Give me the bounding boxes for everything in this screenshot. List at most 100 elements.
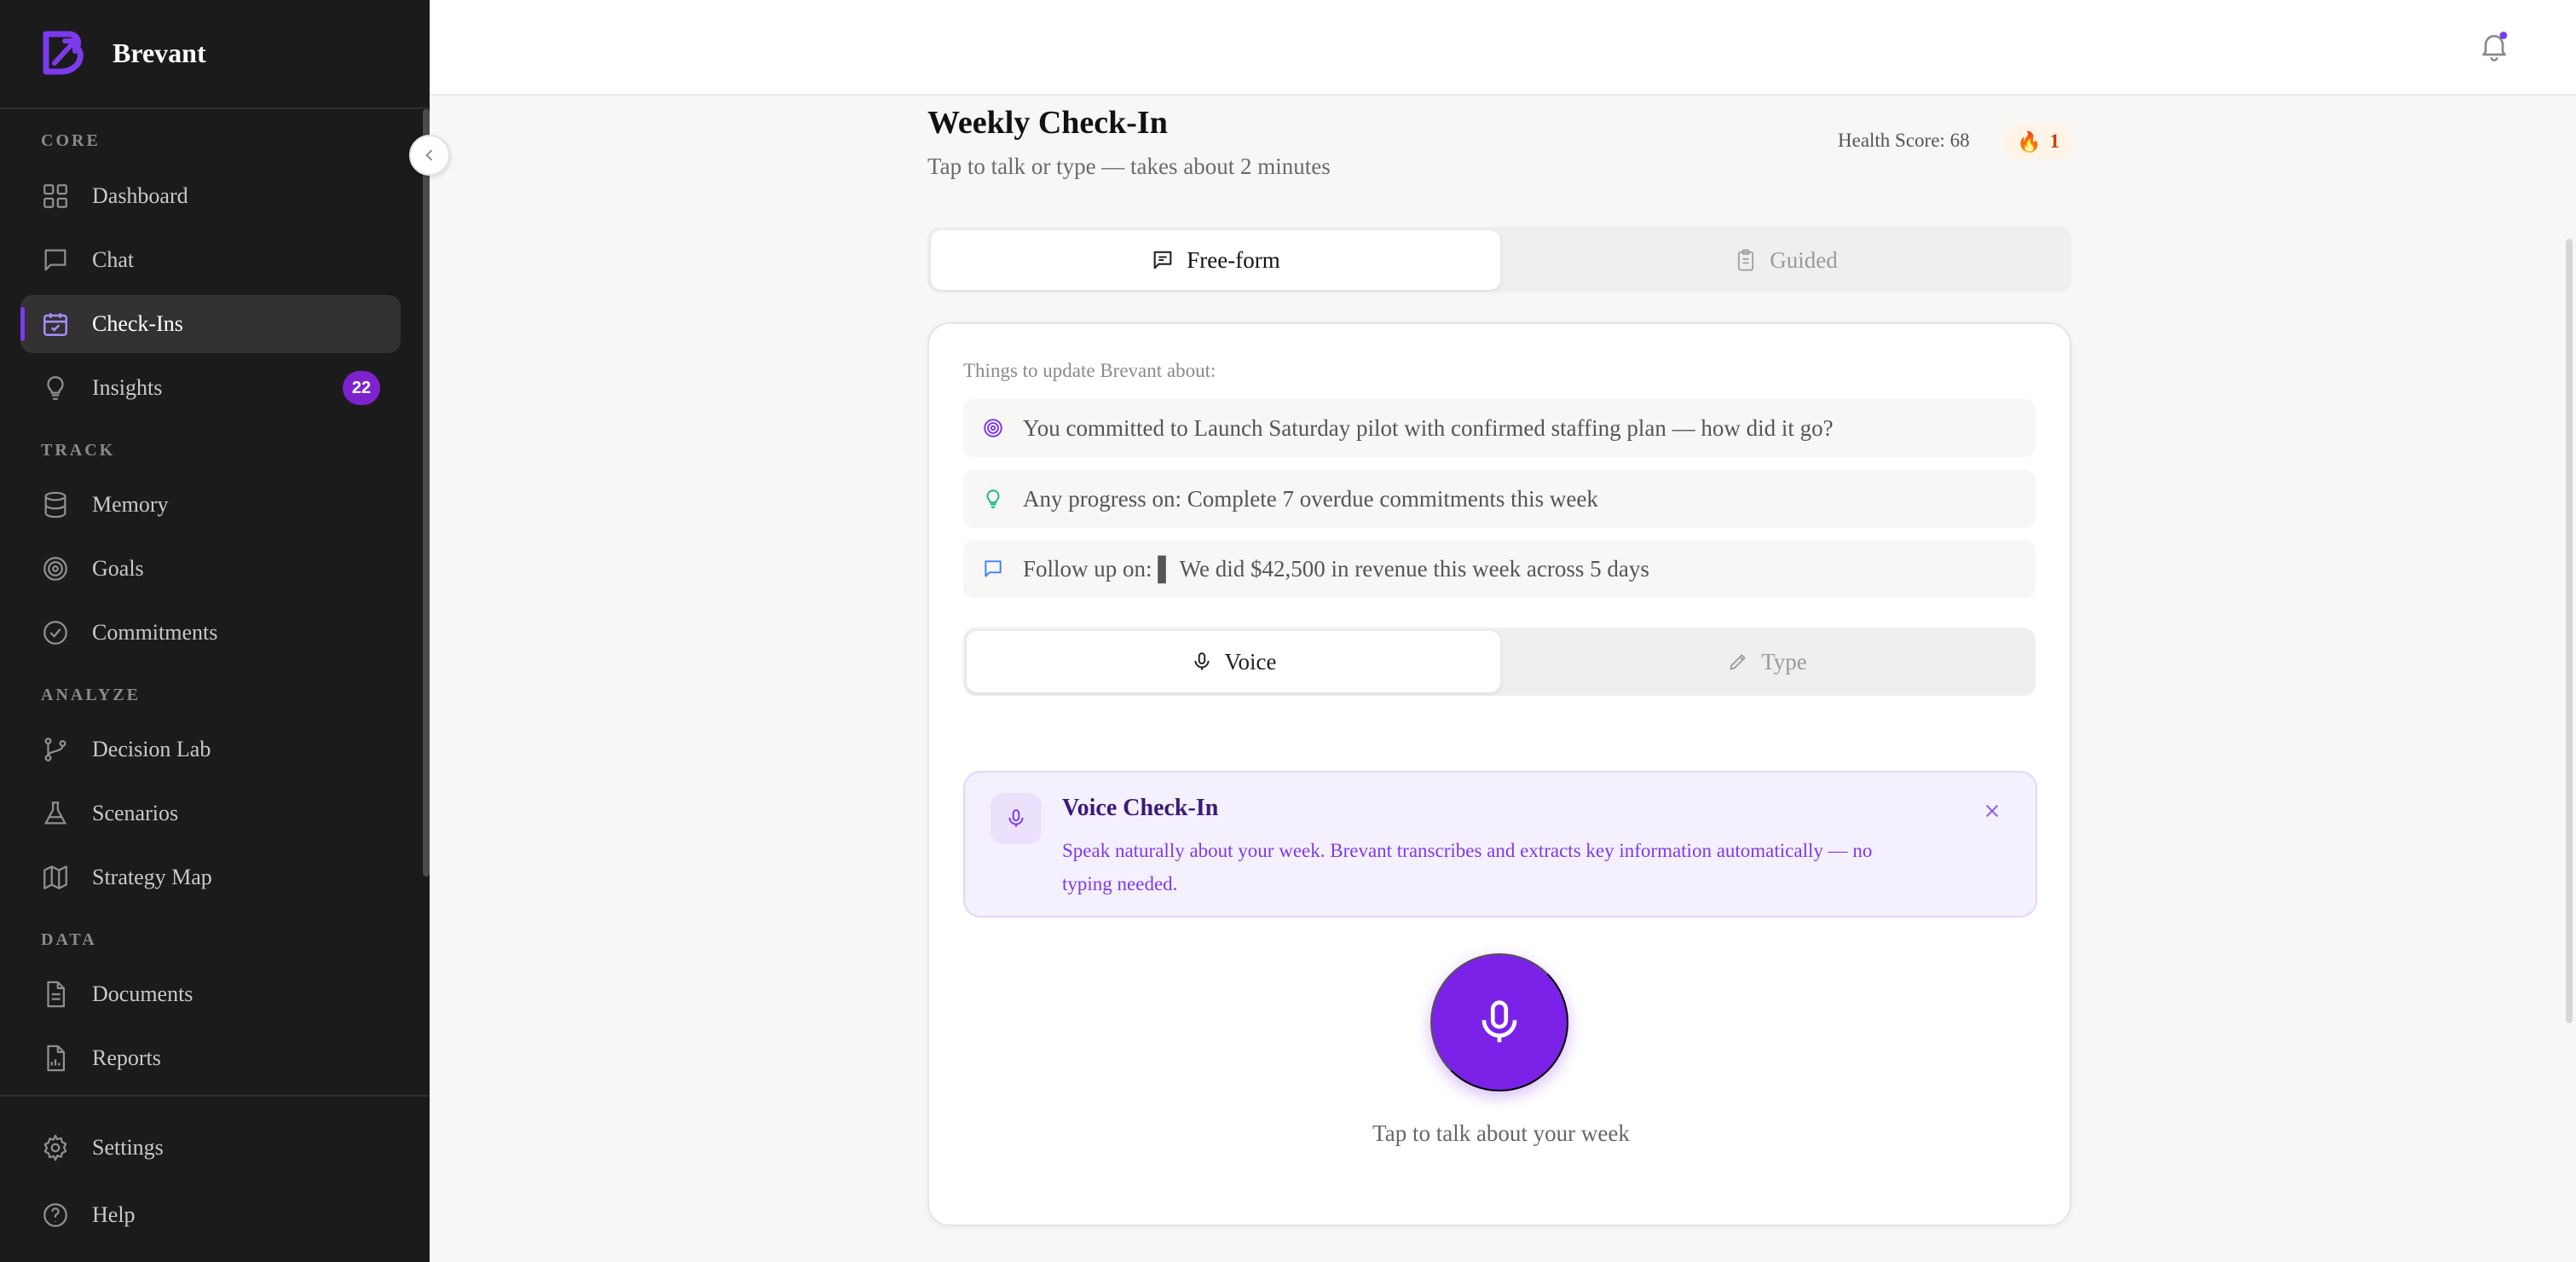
sidebar-item-strategy-map[interactable]: Strategy Map: [20, 848, 401, 906]
sidebar-item-label: Goals: [92, 556, 144, 581]
prompt-item[interactable]: You committed to Launch Saturday pilot w…: [963, 399, 2036, 457]
file-chart-icon: [47, 1045, 66, 1072]
streak-count: 1: [2049, 130, 2060, 152]
git-branch-icon: [44, 738, 66, 761]
file-text-icon: [47, 981, 66, 1008]
prompt-item[interactable]: Follow up on: ▌ We did $42,500 in revenu…: [963, 540, 2036, 598]
flame-icon: 🔥: [2017, 130, 2042, 153]
calendar-check-icon: [43, 313, 68, 337]
pencil-icon: [1730, 654, 1746, 670]
sidebar-item-help[interactable]: Help: [20, 1186, 401, 1244]
sidebar-item-goals[interactable]: Goals: [20, 540, 401, 598]
sidebar-item-label: Memory: [92, 492, 169, 517]
tab-guided[interactable]: Guided: [1504, 230, 2068, 290]
mic-caption: Tap to talk about your week: [1372, 1120, 1630, 1146]
database-icon: [44, 491, 66, 518]
message-icon: [985, 560, 1002, 577]
brevant-logo-icon: [43, 31, 84, 75]
banner-title: Voice Check-In: [1062, 795, 1219, 821]
message-square-text-icon: [1153, 251, 1172, 269]
section-data: DATA: [41, 930, 97, 949]
sidebar-item-label: Scenarios: [92, 801, 179, 825]
sidebar-item-label: Settings: [92, 1135, 164, 1160]
close-icon: [1985, 804, 1999, 818]
divider: [0, 107, 430, 109]
brand-name: Brevant: [113, 37, 206, 68]
insights-count-badge: 22: [343, 371, 380, 405]
chevron-left-icon: [425, 149, 433, 161]
mic-icon: [1481, 1000, 1517, 1043]
collapse-sidebar-button[interactable]: [409, 135, 450, 176]
tab-label: Type: [1761, 648, 1807, 674]
clipboard-list-icon: [1738, 249, 1754, 271]
prompts-heading: Things to update Brevant about:: [963, 360, 1216, 381]
sidebar-item-label: Documents: [92, 981, 193, 1006]
lightbulb-icon: [986, 489, 1000, 508]
brand[interactable]: Brevant: [39, 27, 206, 78]
sidebar-item-insights[interactable]: Insights 22: [20, 359, 401, 417]
target-icon: [984, 419, 1002, 437]
sidebar-item-label: Dashboard: [92, 183, 188, 208]
prompt-text: Any progress on: Complete 7 overdue comm…: [1023, 485, 1598, 512]
tab-voice[interactable]: Voice: [967, 631, 1500, 692]
section-analyze: ANALYZE: [41, 686, 141, 704]
checkin-card: Things to update Brevant about: You comm…: [927, 322, 2071, 1226]
sidebar-item-dashboard[interactable]: Dashboard: [20, 167, 401, 225]
prompt-item[interactable]: Any progress on: Complete 7 overdue comm…: [963, 470, 2036, 528]
prompt-text: Follow up on: ▌ We did $42,500 in revenu…: [1023, 555, 1649, 582]
sidebar-item-decision-lab[interactable]: Decision Lab: [20, 721, 401, 779]
bell-icon: [2482, 32, 2508, 61]
prompt-text: You committed to Launch Saturday pilot w…: [1023, 414, 1834, 441]
top-bar: [430, 0, 2576, 96]
sidebar-item-scenarios[interactable]: Scenarios: [20, 784, 401, 842]
sidebar-item-documents[interactable]: Documents: [20, 965, 401, 1023]
sidebar-item-settings[interactable]: Settings: [20, 1119, 401, 1177]
dismiss-banner-button[interactable]: [1978, 796, 2007, 825]
flask-icon: [43, 802, 67, 825]
tab-type[interactable]: Type: [1502, 631, 2032, 692]
page-title: Weekly Check-In: [927, 105, 1168, 141]
sidebar: Brevant CORE Dashboard Chat Check-Ins In…: [0, 0, 430, 1262]
voice-checkin-banner: Voice Check-In Speak naturally about you…: [963, 771, 2037, 918]
mode-tabs: Free-form Guided: [927, 227, 2071, 292]
input-mode-tabs: Voice Type: [963, 628, 2036, 696]
sidebar-item-commitments[interactable]: Commitments: [20, 604, 401, 662]
sidebar-item-chat[interactable]: Chat: [20, 231, 401, 289]
sidebar-item-label: Check-Ins: [92, 311, 183, 336]
sidebar-item-label: Insights: [92, 375, 163, 400]
record-voice-button[interactable]: [1430, 953, 1568, 1091]
page-subtitle: Tap to talk or type — takes about 2 minu…: [927, 153, 1331, 179]
section-core: CORE: [41, 131, 101, 150]
help-circle-icon: [43, 1203, 67, 1227]
sidebar-item-label: Chat: [92, 247, 135, 272]
sidebar-item-memory[interactable]: Memory: [20, 476, 401, 534]
sidebar-item-reports[interactable]: Reports: [20, 1029, 401, 1087]
lightbulb-icon: [47, 376, 64, 400]
grid-icon: [43, 184, 67, 208]
check-circle-icon: [43, 621, 67, 645]
sidebar-item-label: Strategy Map: [92, 865, 212, 889]
mic-icon: [1193, 652, 1210, 670]
streak-badge: 🔥 1: [2003, 124, 2074, 159]
mic-icon: [991, 793, 1042, 844]
sidebar-item-label: Help: [92, 1202, 136, 1227]
gear-icon: [43, 1134, 67, 1161]
section-track: TRACK: [41, 441, 116, 460]
notifications-button[interactable]: [2477, 29, 2511, 63]
health-score: Health Score: 68: [1838, 130, 1970, 151]
sidebar-scrollbar[interactable]: [423, 109, 430, 877]
main-scrollbar[interactable]: [2566, 239, 2573, 1023]
sidebar-item-label: Reports: [92, 1045, 161, 1070]
tab-free-form[interactable]: Free-form: [931, 230, 1500, 290]
chat-icon: [44, 249, 66, 271]
banner-text: Speak naturally about your week. Brevant…: [1062, 840, 1873, 894]
tab-label: Free-form: [1187, 246, 1280, 273]
sidebar-item-checkins[interactable]: Check-Ins: [20, 295, 401, 353]
map-icon: [43, 865, 67, 889]
target-icon: [43, 557, 67, 581]
tab-label: Voice: [1224, 648, 1277, 674]
tab-label: Guided: [1770, 246, 1838, 273]
sidebar-item-label: Decision Lab: [92, 737, 211, 761]
divider: [0, 1095, 430, 1097]
sidebar-item-label: Commitments: [92, 620, 218, 645]
